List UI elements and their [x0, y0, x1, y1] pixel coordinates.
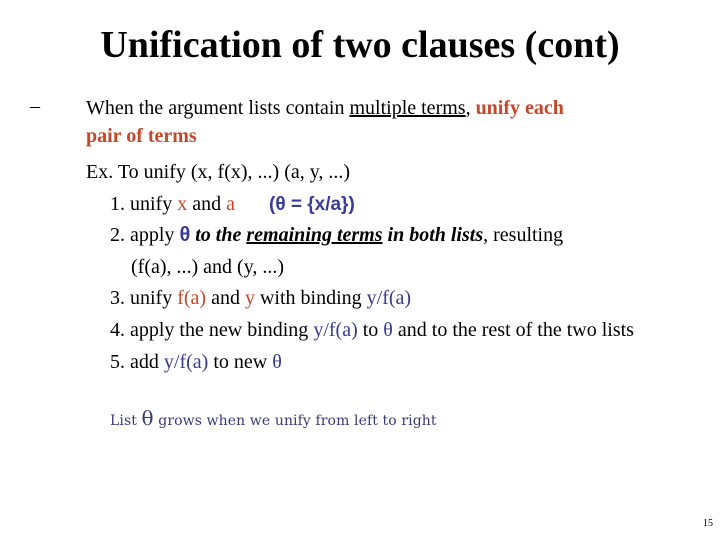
- emphasis-text: in both lists: [382, 224, 484, 246]
- step-2-continuation: (f(a), ...) and (y, ...): [131, 256, 285, 278]
- step-text: apply the new binding: [130, 319, 314, 341]
- binding: y/f(a): [163, 351, 209, 373]
- step-4: 4. apply the new binding y/f(a) to θ and…: [110, 318, 634, 342]
- step-text: to new: [208, 351, 273, 373]
- step-text: add: [130, 351, 164, 373]
- theta-substitution: (θ = {x/a}): [269, 194, 355, 215]
- step-1: 1. unify x and a (θ = {x/a}): [110, 192, 355, 217]
- example-line: Ex. To unify (x, f(x), ...) (a, y, ...): [86, 161, 351, 183]
- step-text: with binding: [254, 287, 367, 309]
- highlight-text: unify each: [475, 97, 564, 119]
- term-y: y: [244, 287, 255, 309]
- comma: ,: [465, 97, 476, 119]
- bullet-line-2: pair of terms: [86, 125, 197, 147]
- bullet-text: When the argument lists contain: [86, 97, 350, 119]
- theta-symbol: θ: [383, 319, 393, 341]
- step-text: to: [357, 319, 384, 341]
- step-text: and: [206, 287, 245, 309]
- term-a: a: [226, 193, 235, 215]
- step-5: 5. add y/f(a) to new θ: [110, 350, 282, 374]
- step-number: 5.: [110, 351, 130, 373]
- bullet-line-1: When the argument lists contain multiple…: [86, 96, 564, 120]
- step-number: 4.: [110, 319, 130, 341]
- emphasis-text: to the: [190, 224, 247, 246]
- page-number: 15: [703, 518, 713, 529]
- step-3: 3. unify f(a) and y with binding y/f(a): [110, 286, 411, 310]
- emphasis-underlined: remaining terms: [246, 224, 383, 246]
- binding: y/f(a): [366, 287, 412, 309]
- step-text: and to the rest of the two lists: [392, 319, 634, 341]
- step-number: 1.: [110, 193, 130, 215]
- underlined-term: multiple terms: [349, 97, 466, 119]
- step-2: 2. apply θ to the remaining terms in bot…: [110, 223, 563, 247]
- step-text: and: [187, 193, 227, 215]
- theta-symbol: θ: [141, 406, 154, 430]
- bullet-marker: –: [30, 95, 40, 117]
- step-text: , resulting: [483, 224, 564, 246]
- binding: y/f(a): [313, 319, 358, 341]
- note-text: List: [110, 413, 142, 429]
- note-text: grows when we unify from left to right: [153, 413, 437, 429]
- term-x: x: [177, 193, 188, 215]
- theta-symbol: θ: [179, 224, 191, 246]
- step-text: unify: [130, 287, 178, 309]
- step-text: apply: [130, 224, 180, 246]
- step-text: unify: [130, 193, 178, 215]
- theta-symbol: θ: [272, 351, 282, 373]
- slide-title: Unification of two clauses (cont): [100, 24, 620, 66]
- term-fa: f(a): [177, 287, 207, 309]
- footnote: List θ grows when we unify from left to …: [110, 406, 437, 430]
- step-number: 2.: [110, 224, 130, 246]
- step-number: 3.: [110, 287, 130, 309]
